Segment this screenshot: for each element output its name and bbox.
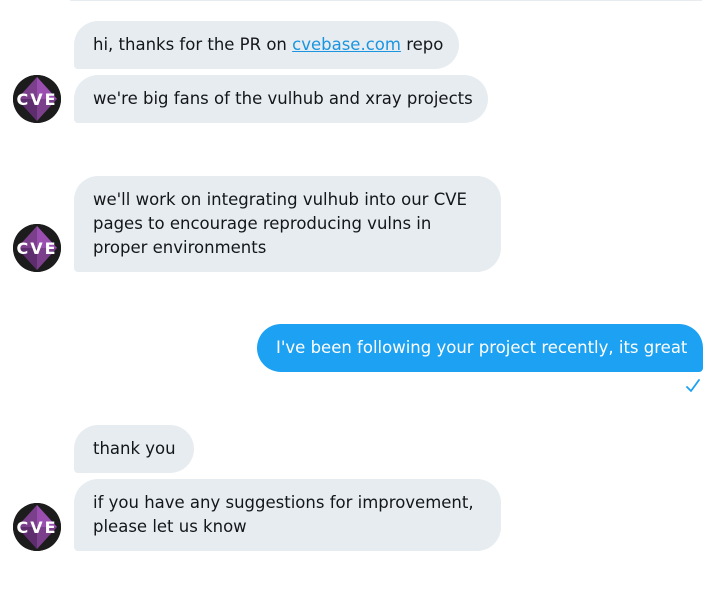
message-bubble-received[interactable]: we'll work on integrating vulhub into ou… — [74, 176, 501, 272]
message-bubble-received[interactable]: thank you — [74, 425, 194, 473]
message-line: please let us know — [93, 517, 247, 536]
read-check-icon — [686, 379, 700, 392]
cve-logo-icon: CVE — [13, 75, 61, 123]
message-line: pages to encourage reproducing vulns in — [93, 214, 432, 233]
message-text: hi, thanks for the PR on — [93, 35, 293, 54]
message-line: we'll work on integrating vulhub into ou… — [93, 190, 467, 209]
sender-avatar[interactable]: CVE — [13, 224, 61, 272]
message-bubble-received[interactable]: we're big fans of the vulhub and xray pr… — [74, 75, 488, 123]
sender-avatar[interactable]: CVE — [13, 503, 61, 551]
message-bubble-received[interactable]: hi, thanks for the PR on cvebase.com rep… — [74, 21, 459, 69]
sender-avatar[interactable]: CVE — [13, 75, 61, 123]
message-line: if you have any suggestions for improvem… — [93, 493, 474, 512]
cve-logo-icon: CVE — [13, 224, 61, 272]
svg-text:CVE: CVE — [16, 90, 57, 109]
message-bubble-received[interactable]: if you have any suggestions for improvem… — [74, 479, 501, 551]
message-bubble-sent[interactable]: I've been following your project recentl… — [257, 324, 703, 372]
message-text: repo — [400, 35, 444, 54]
message-text: I've been following your project recentl… — [276, 338, 688, 357]
message-link[interactable]: cvebase.com — [292, 35, 401, 54]
message-text: thank you — [93, 439, 176, 458]
message-line: proper environments — [93, 238, 267, 257]
svg-text:CVE: CVE — [16, 518, 57, 537]
message-text: we're big fans of the vulhub and xray pr… — [93, 89, 473, 108]
cve-logo-icon: CVE — [13, 503, 61, 551]
conversation-top-divider — [70, 0, 702, 1]
svg-text:CVE: CVE — [16, 239, 57, 258]
